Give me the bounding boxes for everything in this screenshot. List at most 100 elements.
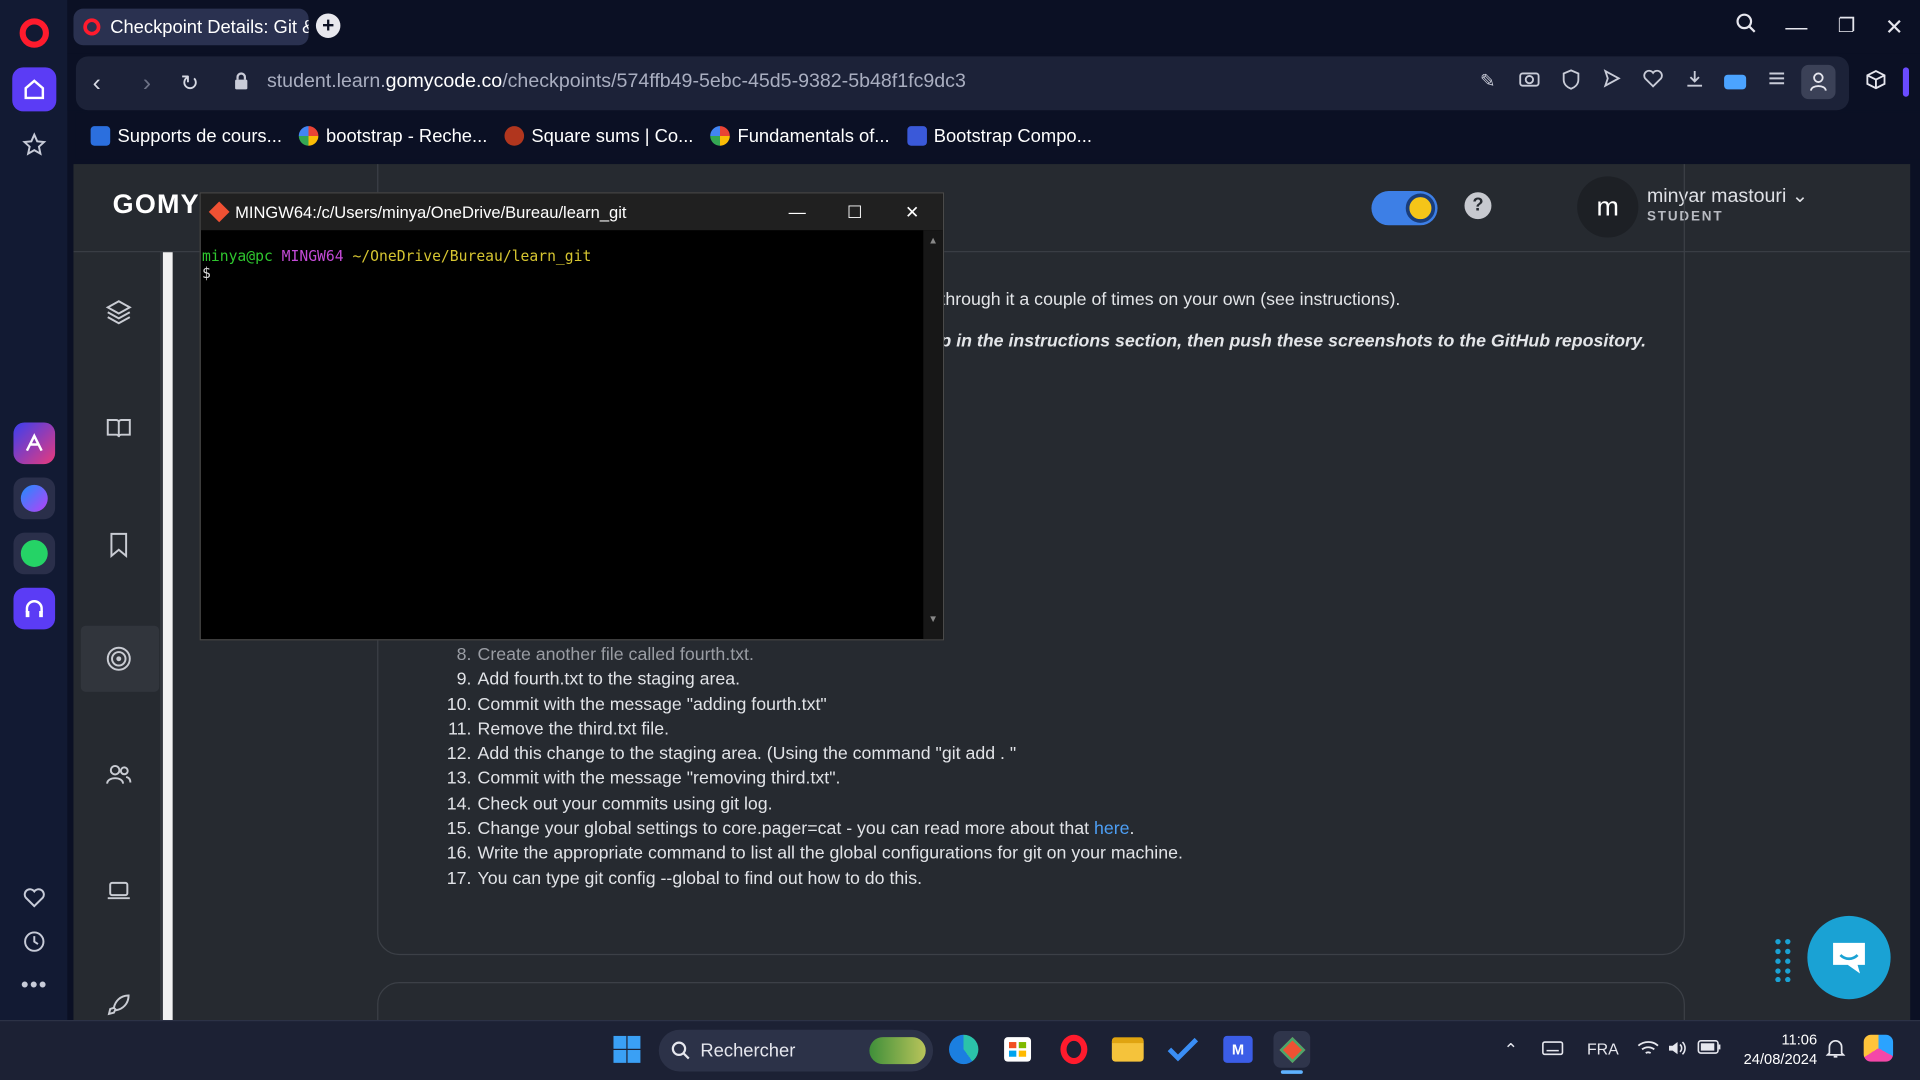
- terminal-window[interactable]: MINGW64:/c/Users/minya/OneDrive/Bureau/l…: [199, 192, 945, 641]
- favorite-heart-icon[interactable]: [1640, 69, 1667, 96]
- opera-taskbar-icon[interactable]: [1056, 1031, 1093, 1068]
- search-icon: [671, 1041, 690, 1060]
- chevron-down-icon[interactable]: ⌄: [1792, 186, 1808, 207]
- restore-window-button[interactable]: ❐: [1829, 10, 1863, 44]
- instruction-text: through it a couple of times on your own…: [940, 290, 1401, 310]
- adblock-shield-icon[interactable]: [1558, 69, 1585, 96]
- terminal-maximize-button[interactable]: ☐: [827, 193, 883, 230]
- bookmark-icon[interactable]: [103, 529, 135, 561]
- aria-app-icon[interactable]: [13, 422, 56, 465]
- search-placeholder: Rechercher: [700, 1040, 796, 1062]
- notification-bell-icon[interactable]: [1825, 1037, 1846, 1063]
- sidebar-handle[interactable]: [1902, 67, 1909, 97]
- bookmark-item[interactable]: Bootstrap Compo...: [906, 126, 1092, 146]
- chat-button[interactable]: [1807, 915, 1891, 1000]
- list-item: 15. Change your global settings to core.p…: [446, 819, 1135, 839]
- chevron-up-icon[interactable]: ⌃: [1504, 1040, 1518, 1061]
- search-highlight-image: [869, 1037, 926, 1065]
- messenger-icon[interactable]: [13, 477, 56, 520]
- list-item: 10. Commit with the message "adding fourt…: [446, 695, 827, 715]
- file-explorer-icon[interactable]: [1109, 1031, 1146, 1068]
- url-text[interactable]: student.learn.gomycode.co/checkpoints/57…: [267, 71, 966, 93]
- bookmark-item[interactable]: bootstrap - Reche...: [299, 126, 487, 146]
- home-icon[interactable]: [12, 67, 57, 112]
- heart-icon[interactable]: [17, 880, 51, 914]
- battery-icon[interactable]: [1697, 1040, 1721, 1058]
- forward-button[interactable]: ›: [132, 69, 161, 98]
- battery-saver-icon[interactable]: [1722, 69, 1749, 96]
- terminal-scrollbar[interactable]: ▲ ▼: [923, 230, 943, 640]
- terminal-output[interactable]: minya@pc MINGW64 ~/OneDrive/Bureau/learn…: [202, 247, 591, 281]
- screen-icon: [90, 126, 111, 146]
- pinboard-star-icon[interactable]: [17, 127, 51, 161]
- terminal-minimize-button[interactable]: —: [769, 193, 825, 230]
- next-card: [377, 982, 1685, 1021]
- bookmark-item[interactable]: Supports de cours...: [90, 126, 282, 146]
- opera-sidebar: •••: [0, 0, 68, 1021]
- wifi-icon[interactable]: [1637, 1040, 1659, 1061]
- copilot-icon[interactable]: [1863, 1034, 1894, 1062]
- minimize-window-button[interactable]: —: [1779, 10, 1813, 44]
- lock-icon: [227, 69, 256, 98]
- taskbar-search[interactable]: Rechercher: [658, 1029, 934, 1072]
- download-icon[interactable]: [1681, 69, 1708, 96]
- target-icon[interactable]: [103, 643, 135, 675]
- google-icon: [299, 126, 319, 146]
- language-indicator[interactable]: FRA: [1587, 1040, 1619, 1058]
- edit-page-icon[interactable]: ✎: [1474, 69, 1501, 96]
- rocket-icon[interactable]: [103, 989, 135, 1020]
- list-item: 8. Create another file called fourth.txt.: [456, 645, 754, 665]
- keyboard-icon[interactable]: [1542, 1040, 1564, 1061]
- more-dots-icon[interactable]: •••: [17, 967, 51, 1001]
- laptop-icon[interactable]: [103, 874, 135, 906]
- volume-icon[interactable]: [1667, 1040, 1689, 1061]
- back-button[interactable]: ‹: [82, 69, 111, 98]
- camera-snapshot-icon[interactable]: [1516, 69, 1543, 96]
- git-icon: [208, 201, 230, 223]
- steps-list: 8. Create another file called fourth.txt.…: [436, 645, 1183, 894]
- book-icon[interactable]: [103, 413, 135, 445]
- opera-tab-favicon: [83, 18, 101, 36]
- send-icon[interactable]: [1598, 69, 1625, 96]
- history-clock-icon[interactable]: [17, 924, 51, 958]
- bookmarks-bar: Supports de cours... bootstrap - Reche..…: [75, 112, 1920, 160]
- easy-setup-icon[interactable]: [1763, 69, 1790, 96]
- edge-icon[interactable]: [945, 1031, 982, 1068]
- drag-dots-icon[interactable]: [1773, 938, 1793, 983]
- bookmark-item[interactable]: Square sums | Co...: [504, 126, 693, 146]
- store-icon[interactable]: [999, 1031, 1036, 1068]
- search-tabs-icon[interactable]: [1729, 10, 1763, 44]
- todo-check-icon[interactable]: [1164, 1031, 1201, 1068]
- list-item: 9. Add fourth.txt to the staging area.: [456, 670, 741, 690]
- profile-icon[interactable]: [1801, 64, 1836, 100]
- bookmark-item[interactable]: Fundamentals of...: [710, 126, 890, 146]
- instruction-note: p in the instructions section, then push…: [940, 331, 1647, 352]
- vscode-like-icon[interactable]: M: [1220, 1031, 1257, 1068]
- google-icon: [710, 126, 731, 146]
- list-item: 12. Add this change to the staging area. …: [446, 744, 1017, 765]
- terminal-close-button[interactable]: ✕: [884, 193, 940, 230]
- git-bash-taskbar-icon[interactable]: [1273, 1031, 1311, 1068]
- new-tab-button[interactable]: +: [315, 13, 341, 38]
- system-clock[interactable]: 11:06 24/08/2024: [1729, 1030, 1818, 1069]
- tab-checkpoint-details[interactable]: Checkpoint Details: Git &: [73, 8, 309, 46]
- left-nav: [73, 252, 162, 1021]
- list-item: 11. Remove the third.txt file.: [448, 719, 669, 740]
- tab-title: Checkpoint Details: Git &: [110, 16, 309, 38]
- close-window-button[interactable]: ✕: [1877, 10, 1911, 44]
- opera-logo[interactable]: [19, 18, 49, 48]
- whatsapp-icon[interactable]: [13, 532, 56, 575]
- layers-icon[interactable]: [103, 296, 135, 328]
- here-link[interactable]: here: [1094, 819, 1130, 839]
- list-item: 17. You can type git config --global to f…: [446, 868, 923, 889]
- music-player-icon[interactable]: [13, 587, 56, 630]
- chat-bubble-icon: [1833, 942, 1865, 974]
- users-icon[interactable]: [103, 759, 135, 791]
- extensions-cube-icon[interactable]: [1862, 69, 1889, 96]
- tab-bar: [67, 0, 1920, 54]
- terminal-title: MINGW64:/c/Users/minya/OneDrive/Bureau/l…: [235, 202, 627, 222]
- site-logo[interactable]: GOMY: [113, 189, 200, 221]
- windows-start-icon[interactable]: [609, 1031, 646, 1068]
- reload-button[interactable]: ↻: [175, 69, 204, 98]
- scroll-strip: [162, 252, 173, 1021]
